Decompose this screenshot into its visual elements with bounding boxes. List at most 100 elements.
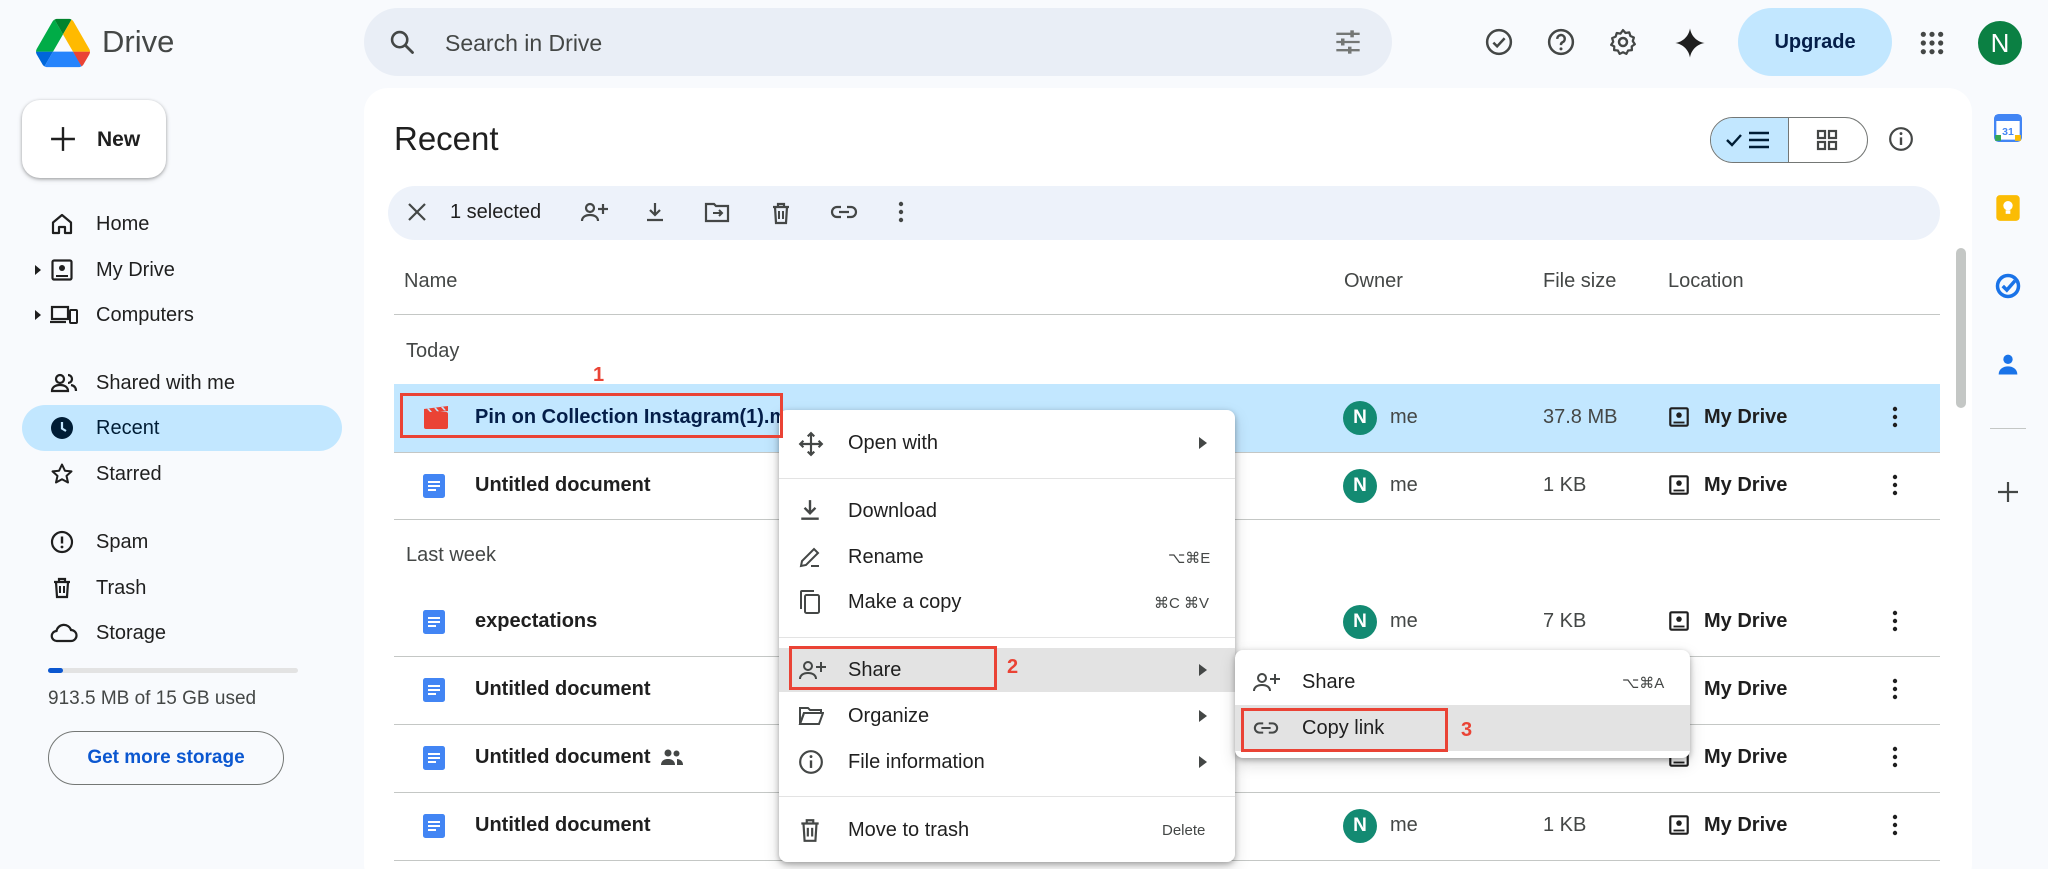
menu-item-download[interactable]: Download <box>848 500 937 523</box>
sidebar-item-label: Spam <box>96 531 149 553</box>
my-drive-icon <box>50 258 74 282</box>
menu-item-file-information[interactable]: File information <box>848 751 985 774</box>
help-icon[interactable] <box>1546 27 1576 57</box>
link-icon[interactable] <box>830 205 858 219</box>
file-name[interactable]: Untitled document <box>475 474 651 497</box>
sidebar-item-storage[interactable]: Storage <box>22 610 342 656</box>
account-avatar[interactable]: N <box>1978 21 2022 65</box>
caret-right-icon[interactable] <box>34 310 42 320</box>
selection-toolbar <box>388 186 1940 240</box>
rename-icon <box>798 545 822 569</box>
download-icon[interactable] <box>644 201 666 223</box>
sidebar-item-home[interactable]: Home <box>22 201 342 247</box>
row-more-icon[interactable] <box>1892 474 1898 496</box>
menu-item-open-with[interactable]: Open with <box>848 432 938 455</box>
offline-ready-icon[interactable] <box>1484 27 1514 57</box>
row-more-icon[interactable] <box>1892 814 1898 836</box>
shared-icon <box>660 748 684 766</box>
file-name[interactable]: expectations <box>475 610 597 633</box>
owner-avatar: N <box>1343 469 1377 503</box>
search-icon[interactable] <box>388 28 416 56</box>
annotation-box-3 <box>1241 708 1448 752</box>
annotation-number-3: 3 <box>1461 719 1473 741</box>
apps-grid-icon[interactable] <box>1919 30 1945 56</box>
menu-item-organize[interactable]: Organize <box>848 705 929 728</box>
sidebar-item-spam[interactable]: Spam <box>22 519 342 565</box>
sidebar-item-recent[interactable]: Recent <box>22 405 342 451</box>
page-title: Recent <box>394 120 499 157</box>
sidebar-item-label: Home <box>96 213 150 235</box>
new-button[interactable] <box>22 100 166 178</box>
sidebar-item-label: Starred <box>96 463 162 485</box>
owner-avatar: N <box>1343 809 1377 843</box>
svg-text:31: 31 <box>2002 126 2014 138</box>
column-header-file-size[interactable]: File size <box>1543 270 1616 293</box>
doc-file-icon <box>423 746 445 770</box>
app-name: Drive <box>102 24 175 59</box>
submenu-arrow-icon <box>1199 664 1207 676</box>
settings-icon[interactable] <box>1608 27 1638 57</box>
move-icon[interactable] <box>704 201 730 223</box>
sidebar-item-shared-with-me[interactable]: Shared with me <box>22 360 342 406</box>
keep-icon[interactable] <box>1994 194 2022 222</box>
drive-logo[interactable] <box>36 18 90 68</box>
file-name[interactable]: Untitled document <box>475 746 651 769</box>
add-addon-icon[interactable] <box>1996 480 2020 504</box>
shortcut-make-a-copy: ⌘C ⌘V <box>1154 595 1210 612</box>
doc-file-icon <box>423 678 445 702</box>
owner-name: me <box>1390 406 1418 428</box>
storage-bar <box>48 668 298 673</box>
column-header-location[interactable]: Location <box>1668 270 1744 293</box>
menu-item-rename[interactable]: Rename <box>848 546 924 569</box>
menu-item-move-to-trash[interactable]: Move to trash <box>848 819 969 842</box>
file-location: My Drive <box>1704 814 1788 836</box>
sidebar-item-label: My Drive <box>96 259 175 281</box>
share-icon[interactable] <box>580 201 608 223</box>
sidebar-item-label: Recent <box>96 417 160 439</box>
get-more-storage-button[interactable]: Get more storage <box>48 731 284 785</box>
owner-name: me <box>1390 474 1418 496</box>
file-name[interactable]: Untitled document <box>475 678 651 701</box>
tasks-icon[interactable] <box>1994 272 2022 300</box>
trash-icon <box>50 576 74 600</box>
gemini-icon[interactable] <box>1674 27 1706 59</box>
file-location: My Drive <box>1704 406 1788 428</box>
home-icon <box>50 212 74 236</box>
sidebar-item-starred[interactable]: Starred <box>22 451 342 497</box>
caret-right-icon[interactable] <box>34 265 42 275</box>
storage-bar-fill <box>48 668 63 673</box>
divider <box>394 314 1940 315</box>
file-location: My Drive <box>1704 746 1788 768</box>
share-icon <box>1252 671 1280 693</box>
file-size: 7 KB <box>1543 610 1587 632</box>
sidebar-item-my-drive[interactable]: My Drive <box>22 247 342 293</box>
sidebar-item-label: Storage <box>96 622 167 644</box>
clock-icon <box>50 416 74 440</box>
scrollbar-thumb[interactable] <box>1956 248 1966 408</box>
grid-view-icon[interactable] <box>1816 129 1838 151</box>
row-more-icon[interactable] <box>1892 610 1898 632</box>
search-input[interactable]: Search in Drive <box>445 30 602 57</box>
row-more-icon[interactable] <box>1892 678 1898 700</box>
contacts-icon[interactable] <box>1994 350 2022 378</box>
sidebar-item-trash[interactable]: Trash <box>22 565 342 611</box>
upgrade-button[interactable]: Upgrade <box>1738 8 1892 76</box>
row-more-icon[interactable] <box>1892 746 1898 768</box>
more-actions-icon[interactable] <box>898 201 904 223</box>
search-options-icon[interactable] <box>1334 29 1362 55</box>
calendar-icon[interactable]: 31 <box>1994 114 2022 142</box>
submenu-item-share[interactable]: Share <box>1302 671 1355 694</box>
spam-icon <box>50 530 74 554</box>
clear-selection-icon[interactable] <box>406 201 428 223</box>
info-icon <box>798 749 824 775</box>
file-name[interactable]: Untitled document <box>475 814 651 837</box>
column-header-name[interactable]: Name <box>404 270 457 293</box>
info-icon[interactable] <box>1888 126 1914 152</box>
row-more-icon[interactable] <box>1892 406 1898 428</box>
list-view-button[interactable] <box>1711 118 1789 162</box>
sidebar-item-computers[interactable]: Computers <box>22 292 342 338</box>
column-header-owner[interactable]: Owner <box>1344 270 1403 293</box>
menu-item-make-a-copy[interactable]: Make a copy <box>848 591 961 614</box>
delete-icon[interactable] <box>770 201 792 225</box>
storage-usage-text: 913.5 MB of 15 GB used <box>48 688 257 709</box>
